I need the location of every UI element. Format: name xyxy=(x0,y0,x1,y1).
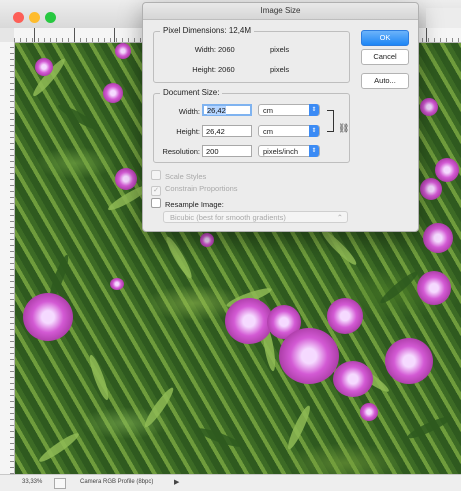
document-size-group: Document Size: Width: 26,42 cm ⇕ Height: … xyxy=(153,88,350,163)
scale-styles-option[interactable]: Scale Styles xyxy=(151,170,206,181)
minimize-window-icon[interactable] xyxy=(29,12,40,23)
leaf-shape xyxy=(194,425,244,450)
ruler-origin[interactable] xyxy=(0,28,14,42)
pixel-width-value: 2060 xyxy=(218,45,235,54)
pink-flower xyxy=(423,223,453,253)
leaf-shape xyxy=(377,268,421,307)
leaf-shape xyxy=(318,227,360,268)
document-size-legend: Document Size: xyxy=(160,88,223,97)
up-down-chevron-icon: ⇕ xyxy=(309,145,319,157)
resolution-input[interactable]: 200 xyxy=(202,145,252,157)
leaf-shape xyxy=(36,430,82,465)
pink-flower xyxy=(35,58,53,76)
resolution-unit: pixels/inch xyxy=(263,147,299,156)
checkmark-icon[interactable]: ✓ xyxy=(151,186,161,196)
pixel-dimensions-label: Pixel Dimensions: xyxy=(163,26,227,35)
resolution-value: 200 xyxy=(206,147,219,156)
leaf-shape xyxy=(405,413,453,442)
constrain-proportions-option[interactable]: ✓ Constrain Proportions xyxy=(151,184,238,196)
pixel-width-label: Width: xyxy=(194,45,216,54)
vertical-ruler[interactable] xyxy=(0,42,15,474)
photoshop-app: 33,33% Camera RGB Profile (8bpc) ▶ Image… xyxy=(0,0,461,491)
pixel-height-unit: pixels xyxy=(270,65,290,74)
image-size-dialog: Image Size Pixel Dimensions: 12,4M Width… xyxy=(142,2,419,232)
scale-styles-checkbox[interactable] xyxy=(151,170,161,180)
leaf-shape xyxy=(141,385,177,430)
pink-flower xyxy=(115,168,137,190)
pink-flower xyxy=(420,178,442,200)
doc-width-input[interactable]: 26,42 xyxy=(202,104,252,116)
pink-flower xyxy=(115,43,131,59)
pixel-dimensions-legend: Pixel Dimensions: 12,4M xyxy=(160,26,255,35)
constrain-proportions-label: Constrain Proportions xyxy=(165,184,238,193)
ruler-major-tick xyxy=(426,28,427,42)
doc-height-unit-select[interactable]: cm ⇕ xyxy=(258,125,320,137)
dialog-title[interactable]: Image Size xyxy=(143,3,418,20)
chevron-updown-icon: ⌃ xyxy=(336,213,343,222)
leaf-shape xyxy=(55,101,103,134)
play-triangle-icon[interactable]: ▶ xyxy=(174,478,179,486)
resample-method-value: Bicubic (best for smooth gradients) xyxy=(170,213,286,222)
resolution-label: Resolution: xyxy=(162,147,200,156)
doc-width-unit: cm xyxy=(263,106,273,115)
pixel-dimensions-size: 12,4M xyxy=(228,26,252,35)
leaf-shape xyxy=(86,353,112,402)
constrain-bracket xyxy=(327,131,333,132)
pink-flower xyxy=(333,361,373,397)
doc-height-unit: cm xyxy=(263,127,273,136)
pink-flower xyxy=(23,293,73,341)
doc-width-unit-select[interactable]: cm ⇕ xyxy=(258,104,320,116)
ruler-major-tick xyxy=(74,28,75,42)
pink-flower xyxy=(110,278,124,290)
doc-width-label: Width: xyxy=(178,107,200,116)
status-options-button[interactable] xyxy=(54,478,66,489)
constrain-bracket xyxy=(333,110,334,132)
resample-image-checkbox[interactable] xyxy=(151,198,161,208)
status-bar: 33,33% Camera RGB Profile (8bpc) ▶ xyxy=(0,474,461,491)
resample-image-label: Resample Image: xyxy=(165,200,224,209)
doc-width-value: 26,42 xyxy=(207,106,226,115)
doc-height-value: 26,42 xyxy=(206,127,225,136)
doc-height-label: Height: xyxy=(176,127,200,136)
cancel-button[interactable]: Cancel xyxy=(361,49,409,65)
pink-flower xyxy=(103,83,123,103)
pink-flower xyxy=(279,328,339,384)
up-down-chevron-icon: ⇕ xyxy=(309,125,319,137)
document-tab-edge[interactable] xyxy=(426,8,461,28)
pixel-dimensions-group: Pixel Dimensions: 12,4M Width: 2060 pixe… xyxy=(153,26,350,83)
pink-flower xyxy=(225,298,273,344)
pink-flower xyxy=(417,271,451,305)
ruler-major-tick xyxy=(34,28,35,42)
scale-styles-label: Scale Styles xyxy=(165,172,207,181)
leaf-shape xyxy=(163,234,195,281)
resample-image-option[interactable]: Resample Image: xyxy=(151,198,224,209)
chain-link-icon: ⛓ xyxy=(338,123,350,133)
zoom-window-icon[interactable] xyxy=(45,12,56,23)
doc-height-input[interactable]: 26,42 xyxy=(202,125,252,137)
up-down-chevron-icon: ⇕ xyxy=(309,104,319,116)
color-profile-info: Camera RGB Profile (8bpc) xyxy=(80,479,154,485)
close-window-icon[interactable] xyxy=(13,12,24,23)
zoom-level[interactable]: 33,33% xyxy=(22,479,42,485)
pink-flower xyxy=(385,338,433,384)
ok-button[interactable]: OK xyxy=(361,30,409,46)
pink-flower xyxy=(420,98,438,116)
auto-button[interactable]: Auto... xyxy=(361,73,409,89)
ruler-major-tick xyxy=(114,28,115,42)
pixel-height-label: Height: xyxy=(192,65,216,74)
pink-flower xyxy=(200,233,214,247)
resolution-unit-select[interactable]: pixels/inch ⇕ xyxy=(258,145,320,157)
leaf-shape xyxy=(284,403,314,452)
pixel-width-unit: pixels xyxy=(270,45,290,54)
pixel-height-value: 2060 xyxy=(218,65,235,74)
resample-method-select[interactable]: Bicubic (best for smooth gradients) ⌃ xyxy=(163,211,348,223)
pink-flower xyxy=(360,403,378,421)
pink-flower xyxy=(435,158,459,182)
pink-flower xyxy=(327,298,363,334)
